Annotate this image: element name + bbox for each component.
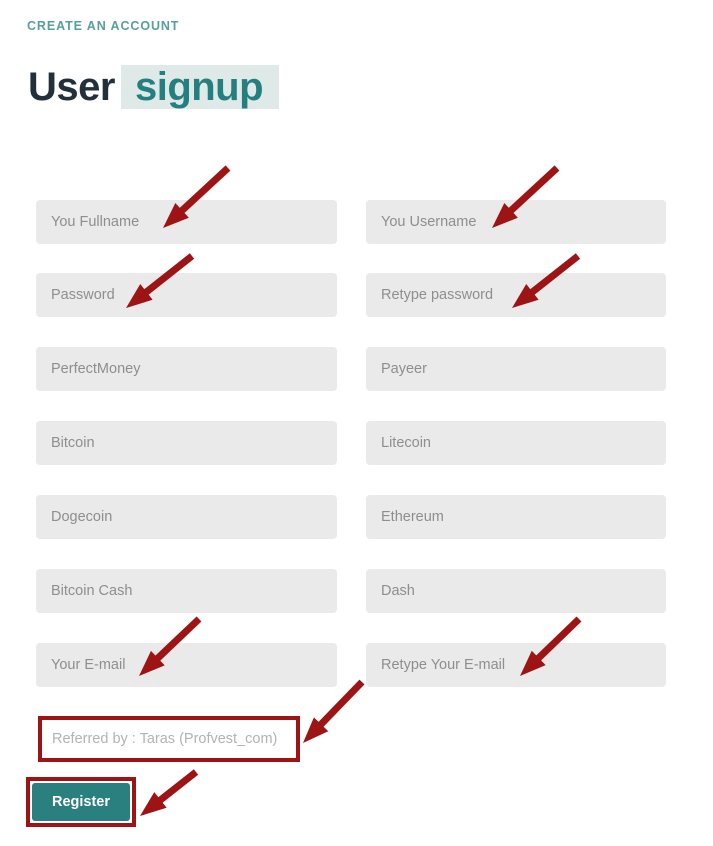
page-eyebrow: CREATE AN ACCOUNT: [27, 19, 180, 33]
arrow-to-referral: [303, 679, 365, 743]
page-title-plain: User: [28, 65, 115, 109]
bitcoin-input-placeholder: Bitcoin: [51, 435, 95, 451]
retype-email-input[interactable]: Retype Your E-mail: [366, 643, 666, 687]
payeer-input[interactable]: Payeer: [366, 347, 666, 391]
email-input-placeholder: Your E-mail: [51, 657, 126, 673]
annotation-box-register: [26, 777, 136, 827]
payeer-input-placeholder: Payeer: [381, 361, 427, 377]
ethereum-input-placeholder: Ethereum: [381, 509, 444, 525]
dash-input[interactable]: Dash: [366, 569, 666, 613]
page-title: User signup: [28, 56, 280, 118]
retype-email-input-placeholder: Retype Your E-mail: [381, 657, 506, 673]
dogecoin-input[interactable]: Dogecoin: [36, 495, 337, 539]
dash-input-placeholder: Dash: [381, 583, 415, 599]
retype-password-input-placeholder: Retype password: [381, 287, 494, 303]
username-input[interactable]: You Username: [366, 200, 666, 244]
email-input[interactable]: Your E-mail: [36, 643, 337, 687]
page-title-accent: signup: [120, 65, 280, 109]
fullname-input[interactable]: You Fullname: [36, 200, 337, 244]
password-input[interactable]: Password: [36, 273, 337, 317]
dogecoin-input-placeholder: Dogecoin: [51, 509, 113, 525]
signup-page: CREATE AN ACCOUNT User signup You Fullnam…: [0, 0, 713, 846]
password-input-placeholder: Password: [51, 287, 115, 303]
litecoin-input[interactable]: Litecoin: [366, 421, 666, 465]
perfectmoney-input[interactable]: PerfectMoney: [36, 347, 337, 391]
bitcoin-input[interactable]: Bitcoin: [36, 421, 337, 465]
ethereum-input[interactable]: Ethereum: [366, 495, 666, 539]
litecoin-input-placeholder: Litecoin: [381, 435, 431, 451]
perfectmoney-input-placeholder: PerfectMoney: [51, 361, 141, 377]
username-input-placeholder: You Username: [381, 214, 477, 230]
bitcoincash-input[interactable]: Bitcoin Cash: [36, 569, 337, 613]
arrow-to-register: [140, 769, 199, 816]
bitcoincash-input-placeholder: Bitcoin Cash: [51, 583, 133, 599]
annotation-box-referral: [38, 716, 300, 762]
fullname-input-placeholder: You Fullname: [51, 214, 140, 230]
retype-password-input[interactable]: Retype password: [366, 273, 666, 317]
